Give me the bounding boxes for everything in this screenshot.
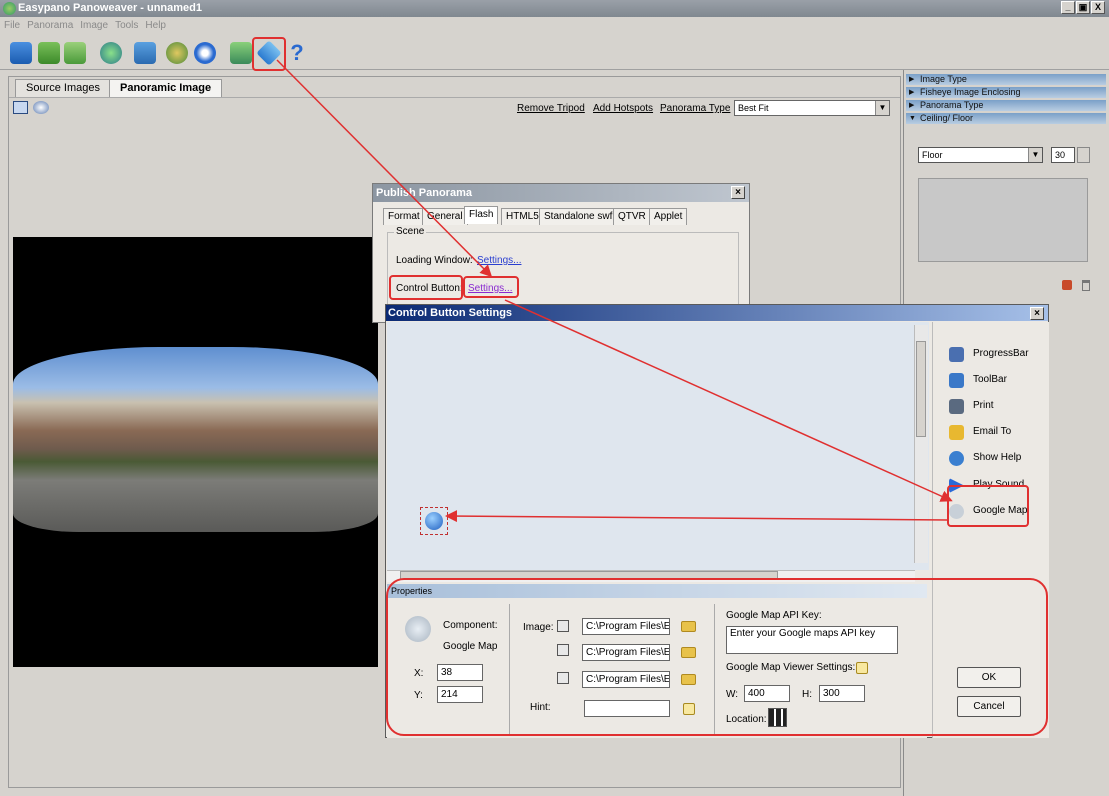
ceiling-floor-value[interactable]: 30 <box>1051 147 1075 163</box>
cb-item-label: Email To <box>973 426 1012 437</box>
new-project-icon[interactable] <box>10 42 32 64</box>
add-image-icon[interactable] <box>1062 280 1072 290</box>
window-title: Easypano Panoweaver - unnamed1 <box>18 2 203 14</box>
tab-flash[interactable]: Flash <box>464 206 499 224</box>
close-icon[interactable]: × <box>1030 307 1044 320</box>
toolbar-icon <box>949 373 964 388</box>
maximize-button[interactable]: ▣ <box>1076 1 1090 14</box>
close-button[interactable]: X <box>1091 1 1105 14</box>
panorama-type-link[interactable]: Panorama Type <box>660 103 730 114</box>
scene-label: Scene <box>394 226 427 237</box>
cb-item-email[interactable]: Email To <box>949 424 1045 442</box>
annotation-box-google-map <box>947 485 1029 527</box>
menu-file[interactable]: File <box>4 17 20 34</box>
value-spinner[interactable] <box>1077 147 1090 163</box>
window-title-bar: Easypano Panoweaver - unnamed1 <box>0 0 1109 17</box>
trash-icon[interactable] <box>1082 280 1090 291</box>
annotation-box-control-button <box>389 275 463 300</box>
image-subtoolbar: Remove Tripod Add Hotspots Panorama Type… <box>9 97 900 119</box>
google-map-icon <box>425 512 443 530</box>
loading-window-label: Loading Window: <box>396 255 473 266</box>
section-fisheye-enclosing[interactable]: Fisheye Image Enclosing <box>906 87 1106 98</box>
cbs-dialog-title: Control Button Settings <box>386 305 1048 321</box>
chevron-down-icon: ▼ <box>875 101 889 115</box>
flat-view-icon[interactable] <box>13 101 28 114</box>
toolbar: ? <box>0 34 1109 70</box>
tab-qtvr[interactable]: QTVR <box>613 208 651 225</box>
tab-source-images[interactable]: Source Images <box>15 79 111 97</box>
placed-google-map-button[interactable] <box>420 507 448 535</box>
window-controls: _ ▣ X <box>1061 1 1105 14</box>
tab-standalone-swf[interactable]: Standalone swf <box>539 208 618 225</box>
cb-item-label: Print <box>973 400 994 411</box>
sphere-view-icon[interactable] <box>33 101 49 114</box>
chevron-down-icon: ▼ <box>1028 148 1042 162</box>
close-icon[interactable]: × <box>731 186 745 199</box>
menu-help[interactable]: Help <box>145 17 166 34</box>
cb-item-print[interactable]: Print <box>949 398 1045 416</box>
ceiling-floor-select[interactable]: Floor ▼ <box>918 147 1043 163</box>
publish-icon[interactable] <box>134 42 156 64</box>
annotation-box-settings <box>463 276 519 298</box>
menu-image[interactable]: Image <box>80 17 108 34</box>
button-layout-canvas[interactable] <box>387 322 929 570</box>
stitch-icon[interactable] <box>100 42 122 64</box>
help-icon <box>949 451 964 466</box>
section-image-type[interactable]: Image Type <box>906 74 1106 85</box>
tab-panoramic-image[interactable]: Panoramic Image <box>109 79 223 98</box>
menu-tools[interactable]: Tools <box>115 17 138 34</box>
annotation-box-properties <box>386 578 1048 736</box>
add-hotspots-link[interactable]: Add Hotspots <box>593 103 653 114</box>
tab-html5[interactable]: HTML5 <box>501 208 544 225</box>
cb-item-progressbar[interactable]: ProgressBar <box>949 346 1045 364</box>
tab-general[interactable]: General <box>422 208 468 225</box>
remove-tripod-link[interactable]: Remove Tripod <box>517 103 585 114</box>
zoom-select-value: Best Fit <box>738 103 769 113</box>
open-icon[interactable] <box>38 42 60 64</box>
floor-preview <box>918 178 1088 262</box>
panorama-image <box>13 347 378 532</box>
batch-icon[interactable] <box>166 42 188 64</box>
tab-format[interactable]: Format <box>383 208 425 225</box>
tab-applet[interactable]: Applet <box>649 208 688 225</box>
cb-item-show-help[interactable]: Show Help <box>949 450 1045 468</box>
zoom-select[interactable]: Best Fit ▼ <box>734 100 890 116</box>
publish-panorama-dialog: Publish Panorama × Format General Flash … <box>372 183 750 324</box>
menu-bar: File Panorama Image Tools Help <box>0 17 1109 34</box>
section-panorama-type[interactable]: Panorama Type <box>906 100 1106 111</box>
vertical-scroll-thumb[interactable] <box>916 341 926 437</box>
minimize-button[interactable]: _ <box>1061 1 1075 14</box>
ceiling-floor-select-value: Floor <box>922 150 943 160</box>
email-icon <box>949 425 964 440</box>
help-icon[interactable]: ? <box>286 42 308 64</box>
annotation-box-toolbar <box>252 37 286 71</box>
print-icon <box>949 399 964 414</box>
cb-item-toolbar[interactable]: ToolBar <box>949 372 1045 390</box>
section-ceiling-floor[interactable]: Ceiling/ Floor <box>906 113 1106 124</box>
flash-icon[interactable] <box>230 42 252 64</box>
cb-item-label: Show Help <box>973 452 1022 463</box>
loading-window-settings-link[interactable]: Settings... <box>477 255 521 266</box>
save-icon[interactable] <box>64 42 86 64</box>
cb-item-label: ProgressBar <box>973 348 1029 359</box>
publish-dialog-title: Publish Panorama <box>373 184 749 202</box>
cb-item-label: ToolBar <box>973 374 1007 385</box>
progressbar-icon <box>949 347 964 362</box>
menu-panorama[interactable]: Panorama <box>27 17 73 34</box>
app-logo-icon <box>3 2 16 15</box>
preview-icon[interactable] <box>194 42 216 64</box>
